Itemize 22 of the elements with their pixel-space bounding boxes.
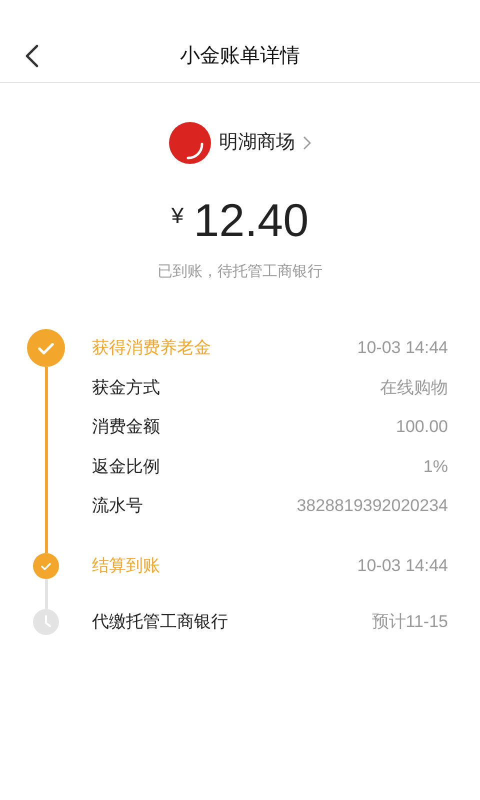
- currency-symbol: ¥: [171, 202, 184, 230]
- detail-label: 流水号: [92, 495, 143, 517]
- detail-value: 100.00: [396, 416, 448, 438]
- amount-value: 12.40: [194, 193, 309, 247]
- step-title: 获得消费养老金: [92, 336, 211, 359]
- detail-label: 返金比例: [92, 456, 160, 478]
- page-title: 小金账单详情: [180, 44, 300, 69]
- detail-value: 3828819392020234: [296, 495, 448, 517]
- detail-value: 1%: [423, 456, 448, 478]
- detail-label: 获金方式: [92, 376, 160, 398]
- step-title: 代缴托管工商银行: [92, 610, 228, 633]
- merchant-logo-icon: [169, 122, 211, 164]
- step-time: 10-03 14:44: [357, 336, 448, 359]
- status-text: 已到账，待托管工商银行: [158, 262, 322, 282]
- detail-label: 消费金额: [92, 416, 160, 438]
- detail-value: 在线购物: [380, 376, 448, 398]
- back-icon: [25, 44, 39, 68]
- merchant-link[interactable]: 明湖商场: [169, 121, 311, 165]
- chevron-right-icon: [303, 136, 311, 150]
- step-title: 结算到账: [92, 554, 160, 577]
- step-time: 预计11-15: [372, 610, 448, 633]
- step-time: 10-03 14:44: [357, 554, 448, 577]
